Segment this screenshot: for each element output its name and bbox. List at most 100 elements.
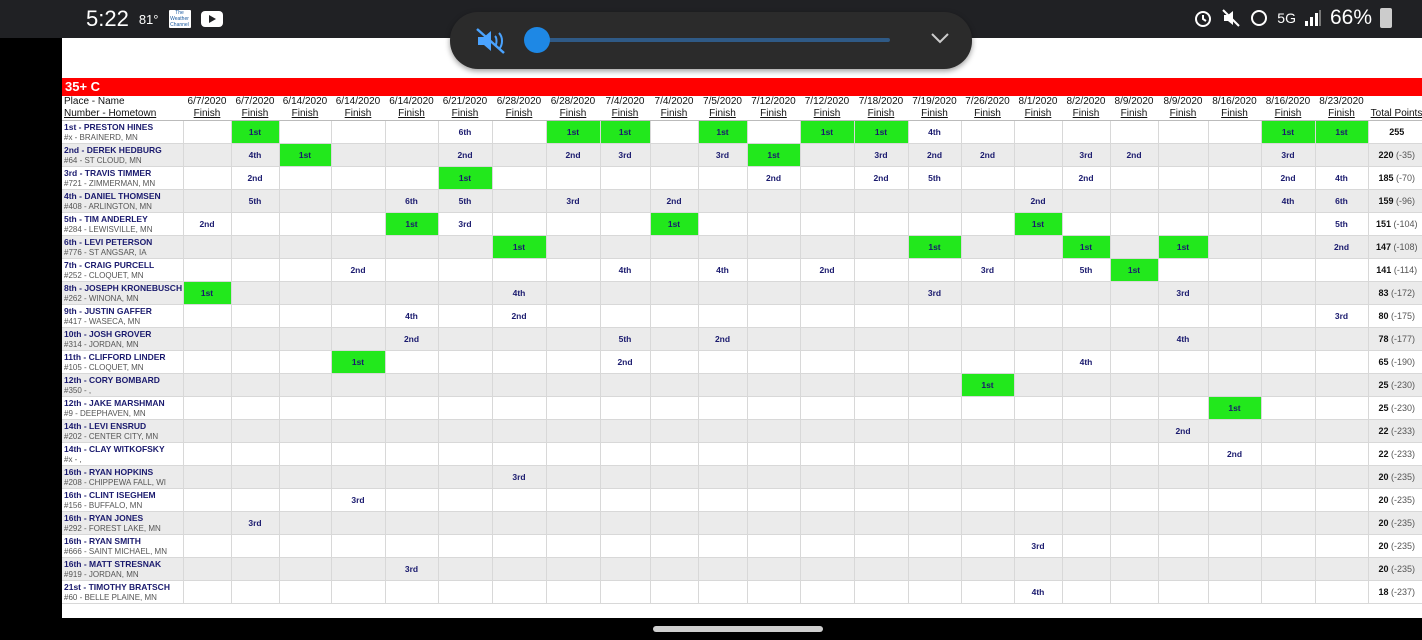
race-result-cell (230, 212, 279, 236)
race-date-header: 8/9/2020 Finish (1158, 96, 1208, 121)
race-result-cell (278, 281, 331, 305)
volume-slider-handle[interactable] (524, 27, 550, 53)
rider-name-link[interactable]: TIMOTHY BRATSCH (89, 582, 170, 592)
race-result-cell (697, 396, 747, 420)
rider-name-link[interactable]: RYAN SMITH (89, 536, 141, 546)
home-gesture-bar[interactable] (653, 626, 823, 632)
race-result-cell (491, 419, 546, 443)
race-result-cell (491, 327, 546, 351)
race-result-cell (384, 166, 438, 190)
race-result-cell: 1st (907, 235, 961, 259)
total-points-cell: 255 (1367, 120, 1422, 144)
race-result-cell (649, 281, 698, 305)
race-result-cell (649, 143, 698, 167)
race-result-cell: 3rd (960, 258, 1014, 282)
race-result-cell (1207, 488, 1261, 512)
rider-name-link[interactable]: CLAY WITKOFSKY (89, 444, 165, 454)
race-result-cell (230, 235, 279, 259)
rider-hometown: #284 - LEWISVILLE, MN (64, 224, 153, 234)
race-result-cell (1260, 557, 1315, 581)
chevron-down-icon[interactable] (930, 31, 950, 45)
race-result-cell (1157, 488, 1208, 512)
race-result-cell (1109, 212, 1158, 236)
race-result-cell (437, 419, 492, 443)
rider-name-link[interactable]: RYAN JONES (89, 513, 143, 523)
race-result-cell: 1st (1157, 235, 1208, 259)
rider-cell: 9th - JUSTIN GAFFER #417 - WASECA, MN (62, 304, 183, 328)
race-result-cell (649, 580, 698, 604)
race-date-header: 7/4/2020 Finish (650, 96, 698, 121)
rider-name-link[interactable]: TRAVIS TIMMER (85, 168, 151, 178)
rider-cell: 16th - CLINT ISEGHEM #156 - BUFFALO, MN (62, 488, 183, 512)
volume-mute-icon[interactable] (476, 28, 506, 54)
race-result-cell (1013, 235, 1062, 259)
rider-hometown: #721 - ZIMMERMAN, MN (64, 178, 156, 188)
race-result-cell: 2nd (491, 304, 546, 328)
rider-name-link[interactable]: LEVI ENSRUD (89, 421, 146, 431)
rider-name-link[interactable]: TIM ANDERLEY (84, 214, 147, 224)
race-result-cell (545, 304, 600, 328)
rider-name-link[interactable]: DANIEL THOMSEN (84, 191, 160, 201)
race-result-cell (437, 373, 492, 397)
rider-name-link[interactable]: JAKE MARSHMAN (89, 398, 165, 408)
volume-slider[interactable] (538, 38, 890, 42)
race-result-cell: 3rd (330, 488, 385, 512)
race-result-cell (330, 120, 385, 144)
rider-name-link[interactable]: JOSH GROVER (89, 329, 151, 339)
race-result-cell: 3rd (1013, 534, 1062, 558)
race-result-cell (278, 580, 331, 604)
race-result-cell: 2nd (853, 166, 908, 190)
race-result-cell: 5th (1061, 258, 1110, 282)
rider-name-link[interactable]: LEVI PETERSON (84, 237, 152, 247)
race-result-cell (437, 258, 492, 282)
race-result-cell (1260, 235, 1315, 259)
race-result-cell (1260, 373, 1315, 397)
rider-name-link[interactable]: CORY BOMBARD (89, 375, 160, 385)
race-result-cell (746, 580, 800, 604)
race-result-cell (384, 258, 438, 282)
race-result-cell (649, 327, 698, 351)
volume-panel[interactable] (450, 12, 972, 69)
race-result-cell (1109, 557, 1158, 581)
race-result-cell (1013, 166, 1062, 190)
rider-cell: 5th - TIM ANDERLEY #284 - LEWISVILLE, MN (62, 212, 183, 236)
race-result-cell (853, 511, 908, 535)
rider-name-link[interactable]: RYAN HOPKINS (89, 467, 153, 477)
rider-name-link[interactable]: CLIFFORD LINDER (89, 352, 166, 362)
race-result-cell: 1st (384, 212, 438, 236)
race-result-cell (1314, 488, 1368, 512)
rider-name-link[interactable]: CLINT ISEGHEM (89, 490, 156, 500)
race-result-cell: 1st (649, 212, 698, 236)
race-result-cell (1109, 189, 1158, 213)
race-result-cell (853, 373, 908, 397)
race-result-cell (384, 396, 438, 420)
race-result-cell (1061, 212, 1110, 236)
race-result-cell (649, 465, 698, 489)
rider-name-link[interactable]: CRAIG PURCELL (84, 260, 154, 270)
race-date-header: 6/14/2020 Finish (279, 96, 331, 121)
race-result-cell (799, 143, 854, 167)
rider-name-link[interactable]: DEREK HEDBURG (87, 145, 162, 155)
rider-name-link[interactable]: JUSTIN GAFFER (84, 306, 152, 316)
race-result-cell (1013, 373, 1062, 397)
race-result-cell (697, 511, 747, 535)
rider-name-link[interactable]: MATT STRESNAK (89, 559, 161, 569)
race-date-header: 7/18/2020 Finish (854, 96, 908, 121)
race-result-cell (649, 350, 698, 374)
race-result-cell (960, 557, 1014, 581)
points-behind: (-235) (1391, 564, 1416, 574)
race-result-cell (649, 557, 698, 581)
rider-name-link[interactable]: PRESTON HINES (84, 122, 153, 132)
rider-cell: 16th - RYAN SMITH #666 - SAINT MICHAEL, M… (62, 534, 183, 558)
total-points-cell: 20 (-235) (1367, 465, 1422, 489)
race-result-cell (182, 166, 231, 190)
race-result-cell (853, 557, 908, 581)
rider-name-link[interactable]: JOSEPH KRONEBUSCH (84, 283, 182, 293)
race-result-cell (384, 442, 438, 466)
race-result-cell (799, 419, 854, 443)
alarm-icon (1195, 11, 1212, 27)
race-result-cell (384, 534, 438, 558)
points-behind: (-235) (1391, 495, 1416, 505)
race-result-cell (907, 373, 961, 397)
race-result-cell (1157, 511, 1208, 535)
